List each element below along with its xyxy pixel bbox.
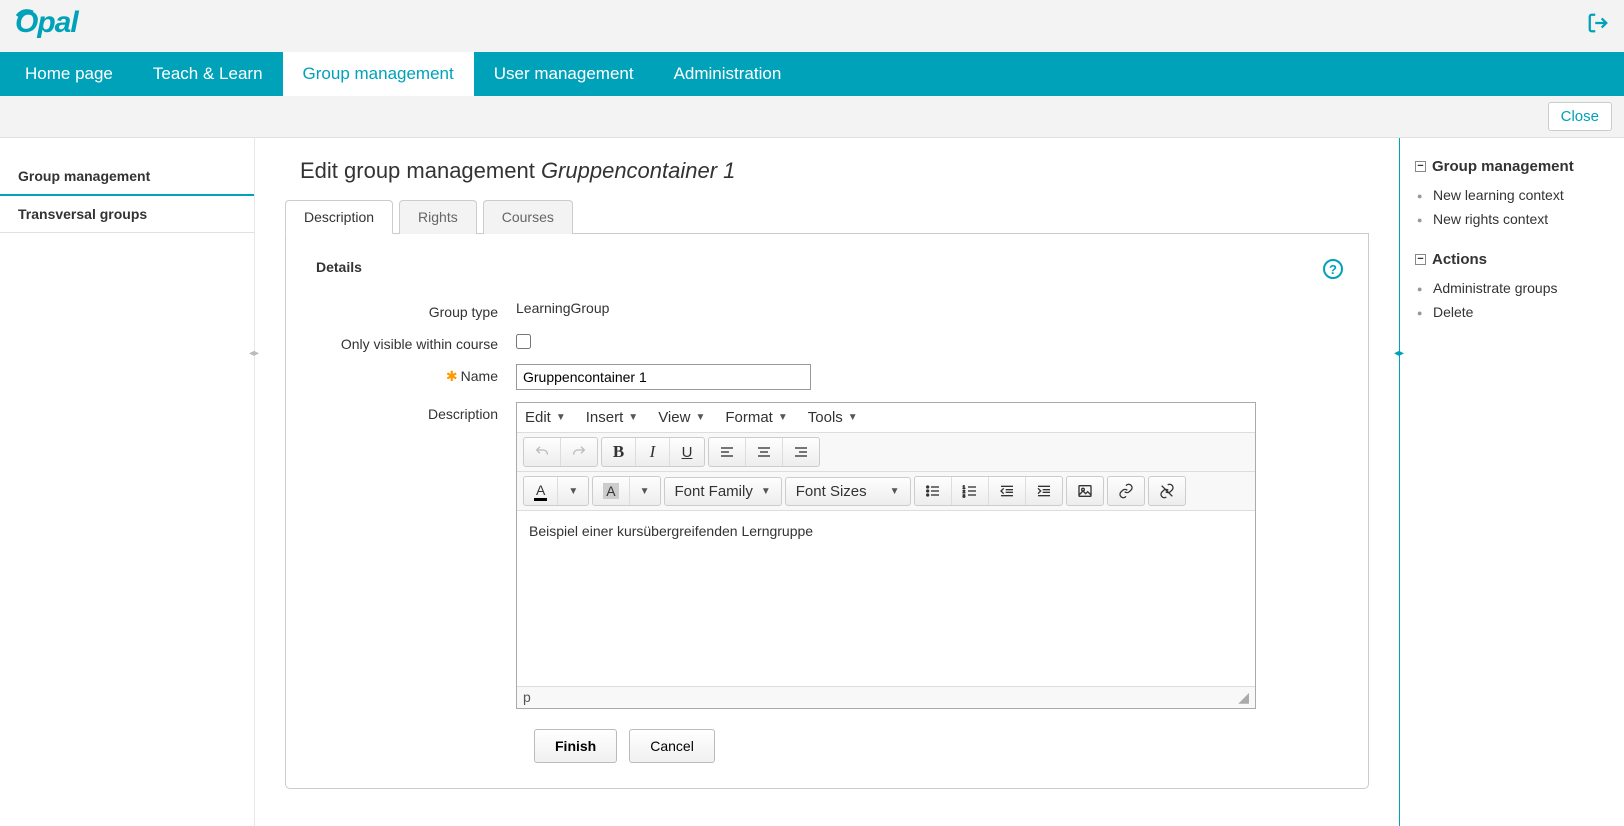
font-sizes-select[interactable]: Font Sizes▼ — [786, 478, 910, 505]
bold-icon[interactable]: B — [602, 438, 636, 466]
left-sidebar: Group management Transversal groups ◂▸ — [0, 138, 255, 826]
italic-icon[interactable]: I — [636, 438, 670, 466]
cancel-button[interactable]: Cancel — [629, 729, 715, 763]
bullet-list-icon[interactable] — [915, 477, 952, 505]
nav-teach-learn[interactable]: Teach & Learn — [133, 52, 283, 96]
form-buttons: Finish Cancel — [534, 729, 1338, 763]
link-icon[interactable] — [1108, 477, 1144, 505]
tab-content: ? Details Group type LearningGroup Only … — [285, 234, 1369, 789]
editor-menu-insert[interactable]: Insert▼ — [586, 409, 638, 426]
right-link-administrate-groups[interactable]: Administrate groups — [1433, 276, 1609, 300]
right-link-new-rights-context[interactable]: New rights context — [1433, 207, 1609, 231]
align-center-icon[interactable] — [746, 438, 783, 466]
form-row-visible: Only visible within course — [316, 332, 1338, 352]
right-section-group-management: − Group management New learning context … — [1415, 158, 1609, 241]
svg-text:3: 3 — [962, 494, 965, 499]
form-row-name: ✱Name — [316, 364, 1338, 390]
checkbox-visible[interactable] — [516, 334, 531, 349]
image-icon[interactable] — [1067, 477, 1103, 505]
page-title-prefix: Edit group management — [300, 158, 541, 183]
logout-icon[interactable] — [1587, 12, 1609, 41]
right-link-delete[interactable]: Delete — [1433, 300, 1609, 324]
right-section-header-1[interactable]: − Group management — [1415, 158, 1609, 175]
tab-rights[interactable]: Rights — [399, 200, 477, 234]
editor-menu-format[interactable]: Format▼ — [725, 409, 787, 426]
label-name: ✱Name — [316, 364, 516, 385]
unlink-icon[interactable] — [1149, 477, 1185, 505]
editor-statusbar: p ◢ — [517, 686, 1255, 708]
nav-administration[interactable]: Administration — [654, 52, 802, 96]
layout: Group management Transversal groups ◂▸ E… — [0, 138, 1624, 826]
right-link-new-learning-context[interactable]: New learning context — [1433, 183, 1609, 207]
label-group-type: Group type — [316, 300, 516, 320]
collapse-right-handle[interactable]: ◂▸ — [1394, 348, 1404, 359]
minus-box-icon[interactable]: − — [1415, 161, 1426, 172]
nav-user-management[interactable]: User management — [474, 52, 654, 96]
editor-menu-view[interactable]: View▼ — [658, 409, 705, 426]
editor-menubar: Edit▼ Insert▼ View▼ Format▼ Tools▼ — [517, 403, 1255, 433]
section-title: Details — [316, 259, 1338, 275]
tab-description[interactable]: Description — [285, 200, 393, 234]
bg-color-icon[interactable]: A — [593, 477, 629, 505]
editor-toolbar-2: A ▼ A ▼ Font Family▼ Font Size — [517, 472, 1255, 511]
finish-button[interactable]: Finish — [534, 729, 617, 763]
numbered-list-icon[interactable]: 123 — [952, 477, 989, 505]
tab-courses[interactable]: Courses — [483, 200, 573, 234]
resize-handle-icon[interactable]: ◢ — [1238, 689, 1249, 706]
text-color-dropdown-icon[interactable]: ▼ — [558, 477, 588, 505]
nav-group-management[interactable]: Group management — [283, 52, 474, 96]
outdent-icon[interactable] — [989, 477, 1026, 505]
minus-box-icon[interactable]: − — [1415, 254, 1426, 265]
logo[interactable]: Opal — [15, 4, 95, 48]
indent-icon[interactable] — [1026, 477, 1062, 505]
align-right-icon[interactable] — [783, 438, 819, 466]
top-header: Opal — [0, 0, 1624, 52]
sidebar-item-transversal-groups[interactable]: Transversal groups — [0, 196, 254, 233]
value-group-type: LearningGroup — [516, 300, 1338, 316]
editor-menu-edit[interactable]: Edit▼ — [525, 409, 566, 426]
align-left-icon[interactable] — [709, 438, 746, 466]
help-icon[interactable]: ? — [1323, 259, 1343, 279]
required-mark-icon: ✱ — [446, 368, 458, 384]
main-nav: Home page Teach & Learn Group management… — [0, 52, 1624, 96]
right-section-header-2[interactable]: − Actions — [1415, 251, 1609, 268]
underline-icon[interactable]: U — [670, 438, 704, 466]
editor-path[interactable]: p — [523, 689, 531, 706]
name-input[interactable] — [516, 364, 811, 390]
sub-bar: Close — [0, 96, 1624, 138]
redo-icon[interactable] — [561, 438, 597, 466]
text-color-icon[interactable]: A — [524, 477, 558, 505]
form-row-description: Description Edit▼ Insert▼ View▼ Format▼ … — [316, 402, 1338, 709]
label-description: Description — [316, 402, 516, 422]
main-content: Edit group management Gruppencontainer 1… — [255, 138, 1399, 826]
label-visible: Only visible within course — [316, 332, 516, 352]
font-family-select[interactable]: Font Family▼ — [665, 478, 781, 505]
right-section-actions: − Actions Administrate groups Delete — [1415, 251, 1609, 334]
rich-text-editor: Edit▼ Insert▼ View▼ Format▼ Tools▼ — [516, 402, 1256, 709]
close-button[interactable]: Close — [1548, 102, 1612, 131]
page-title: Edit group management Gruppencontainer 1 — [285, 158, 1369, 184]
editor-menu-tools[interactable]: Tools▼ — [808, 409, 858, 426]
bg-color-dropdown-icon[interactable]: ▼ — [630, 477, 660, 505]
editor-body[interactable]: Beispiel einer kursübergreifenden Lerngr… — [517, 511, 1255, 686]
form-row-group-type: Group type LearningGroup — [316, 300, 1338, 320]
undo-icon[interactable] — [524, 438, 561, 466]
tabs: Description Rights Courses — [285, 199, 1369, 234]
nav-home[interactable]: Home page — [5, 52, 133, 96]
right-sidebar: ◂▸ − Group management New learning conte… — [1399, 138, 1624, 826]
sidebar-item-group-management[interactable]: Group management — [0, 158, 254, 196]
page-title-entity: Gruppencontainer 1 — [541, 158, 735, 183]
editor-toolbar-1: B I U — [517, 433, 1255, 472]
